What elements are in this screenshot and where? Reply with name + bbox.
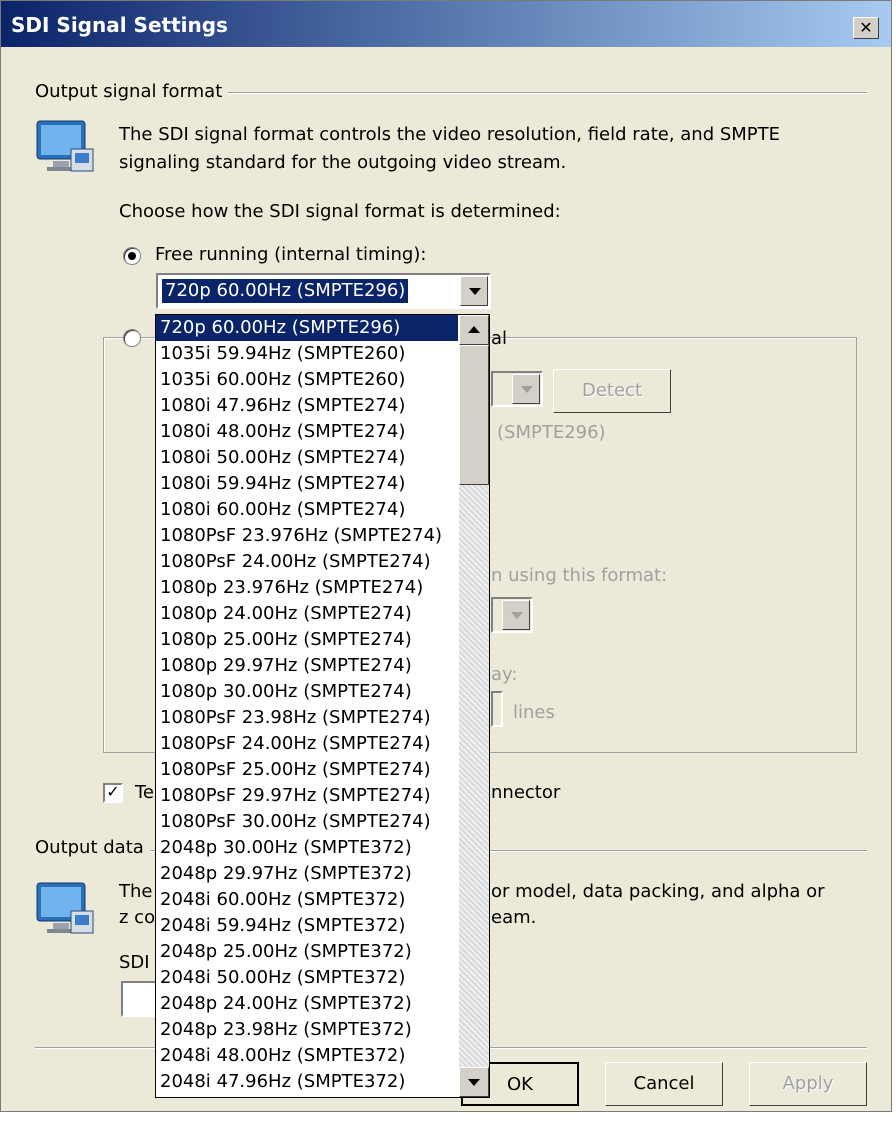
detect-button[interactable]: Detect: [553, 369, 671, 413]
dropdown-scrollbar[interactable]: [459, 315, 489, 1097]
selected-format-value: 720p 60.00Hz (SMPTE296): [162, 279, 409, 303]
scroll-down-button[interactable]: [459, 1067, 489, 1097]
monitor-icon: [36, 882, 94, 934]
detected-format-select: [491, 371, 543, 407]
format-option[interactable]: 1080i 48.00Hz (SMPTE274): [156, 419, 458, 445]
using-format-dropdown-button: [502, 600, 530, 630]
format-option[interactable]: 2048i 60.00Hz (SMPTE372): [156, 887, 458, 913]
format-option[interactable]: 1080PsF 25.00Hz (SMPTE274): [156, 757, 458, 783]
format-option[interactable]: 1080i 50.00Hz (SMPTE274): [156, 445, 458, 471]
chevron-down-icon: [511, 612, 523, 619]
detected-dropdown-button: [512, 374, 540, 404]
format-option[interactable]: 1035i 59.94Hz (SMPTE260): [156, 341, 458, 367]
free-running-label[interactable]: Free running (internal timing):: [155, 241, 426, 269]
chevron-down-icon: [469, 288, 481, 295]
external-sync-radio[interactable]: [123, 329, 141, 347]
close-icon: ✕: [859, 18, 873, 37]
signal-format-select[interactable]: 720p 60.00Hz (SMPTE296): [156, 273, 491, 309]
scroll-thumb[interactable]: [459, 345, 489, 485]
signal-description: The SDI signal format controls the video…: [119, 124, 781, 173]
free-running-radio[interactable]: [123, 247, 141, 265]
format-option[interactable]: 2048i 47.96Hz (SMPTE372): [156, 1069, 458, 1095]
format-option[interactable]: 1080PsF 23.98Hz (SMPTE274): [156, 705, 458, 731]
format-option[interactable]: 1080p 25.00Hz (SMPTE274): [156, 627, 458, 653]
format-option[interactable]: 2048p 23.98Hz (SMPTE372): [156, 1017, 458, 1043]
termination-label-prefix: Te: [135, 782, 155, 803]
format-option[interactable]: 2048p 24.00Hz (SMPTE372): [156, 991, 458, 1017]
format-options: 720p 60.00Hz (SMPTE296) 1035i 59.94Hz (SM…: [156, 315, 458, 1095]
title-bar[interactable]: SDI Signal Settings ✕: [1, 1, 891, 47]
format-option[interactable]: 1080PsF 23.976Hz (SMPTE274): [156, 523, 458, 549]
apply-button[interactable]: Apply: [749, 1062, 867, 1106]
external-sync-label-tail: al: [491, 328, 508, 349]
data-desc-line2-suffix: eam.: [491, 907, 537, 928]
detected-format-text: (SMPTE296): [497, 422, 606, 443]
using-format-text: n using this format:: [491, 565, 668, 586]
format-option[interactable]: 2048p 30.00Hz (SMPTE372): [156, 835, 458, 861]
format-option[interactable]: 1080i 59.94Hz (SMPTE274): [156, 471, 458, 497]
monitor-icon: [36, 120, 94, 172]
format-option[interactable]: 1080PsF 29.97Hz (SMPTE274): [156, 783, 458, 809]
sdi-label-prefix: SDI: [119, 952, 150, 973]
format-option[interactable]: 2048i 48.00Hz (SMPTE372): [156, 1043, 458, 1069]
delay-spinner: [491, 691, 503, 727]
format-option[interactable]: 1080PsF 30.00Hz (SMPTE274): [156, 809, 458, 835]
data-desc-line1-suffix: or model, data packing, and alpha or: [491, 881, 825, 902]
format-option[interactable]: 1080p 29.97Hz (SMPTE274): [156, 653, 458, 679]
scroll-up-button[interactable]: [459, 315, 489, 345]
data-desc-line2-prefix: z co: [119, 907, 156, 928]
lines-label: lines: [513, 702, 555, 723]
format-option[interactable]: 1080p 30.00Hz (SMPTE274): [156, 679, 458, 705]
using-format-select: [491, 597, 533, 633]
delay-label-tail: ay:: [491, 664, 518, 685]
data-desc-line1-prefix: The: [119, 881, 153, 902]
window-title: SDI Signal Settings: [11, 13, 228, 37]
format-option[interactable]: 1080PsF 24.00Hz (SMPTE274): [156, 731, 458, 757]
format-option[interactable]: 1080p 23.976Hz (SMPTE274): [156, 575, 458, 601]
choose-label: Choose how the SDI signal format is dete…: [119, 201, 561, 222]
format-option[interactable]: 1035i 60.00Hz (SMPTE260): [156, 367, 458, 393]
format-dropdown-button[interactable]: [460, 276, 488, 306]
output-signal-group-label: Output signal format: [35, 81, 229, 102]
format-option[interactable]: 2048i 59.94Hz (SMPTE372): [156, 913, 458, 939]
output-data-group-label: Output data: [35, 837, 150, 858]
format-option[interactable]: 2048i 50.00Hz (SMPTE372): [156, 965, 458, 991]
termination-checkbox[interactable]: ✓: [103, 783, 123, 803]
format-option[interactable]: 1080PsF 24.00Hz (SMPTE274): [156, 549, 458, 575]
chevron-up-icon: [468, 326, 480, 333]
close-button[interactable]: ✕: [853, 17, 879, 39]
format-option[interactable]: 1080i 60.00Hz (SMPTE274): [156, 497, 458, 523]
format-option[interactable]: 720p 60.00Hz (SMPTE296): [156, 315, 458, 341]
termination-label-suffix: nnector: [491, 782, 561, 803]
cancel-button[interactable]: Cancel: [605, 1062, 723, 1106]
chevron-down-icon: [468, 1079, 480, 1086]
chevron-down-icon: [521, 386, 533, 393]
format-option[interactable]: 1080i 47.96Hz (SMPTE274): [156, 393, 458, 419]
format-dropdown-list[interactable]: 720p 60.00Hz (SMPTE296) 1035i 59.94Hz (SM…: [155, 314, 490, 1098]
format-option[interactable]: 2048p 29.97Hz (SMPTE372): [156, 861, 458, 887]
format-option[interactable]: 2048p 25.00Hz (SMPTE372): [156, 939, 458, 965]
format-option[interactable]: 1080p 24.00Hz (SMPTE274): [156, 601, 458, 627]
